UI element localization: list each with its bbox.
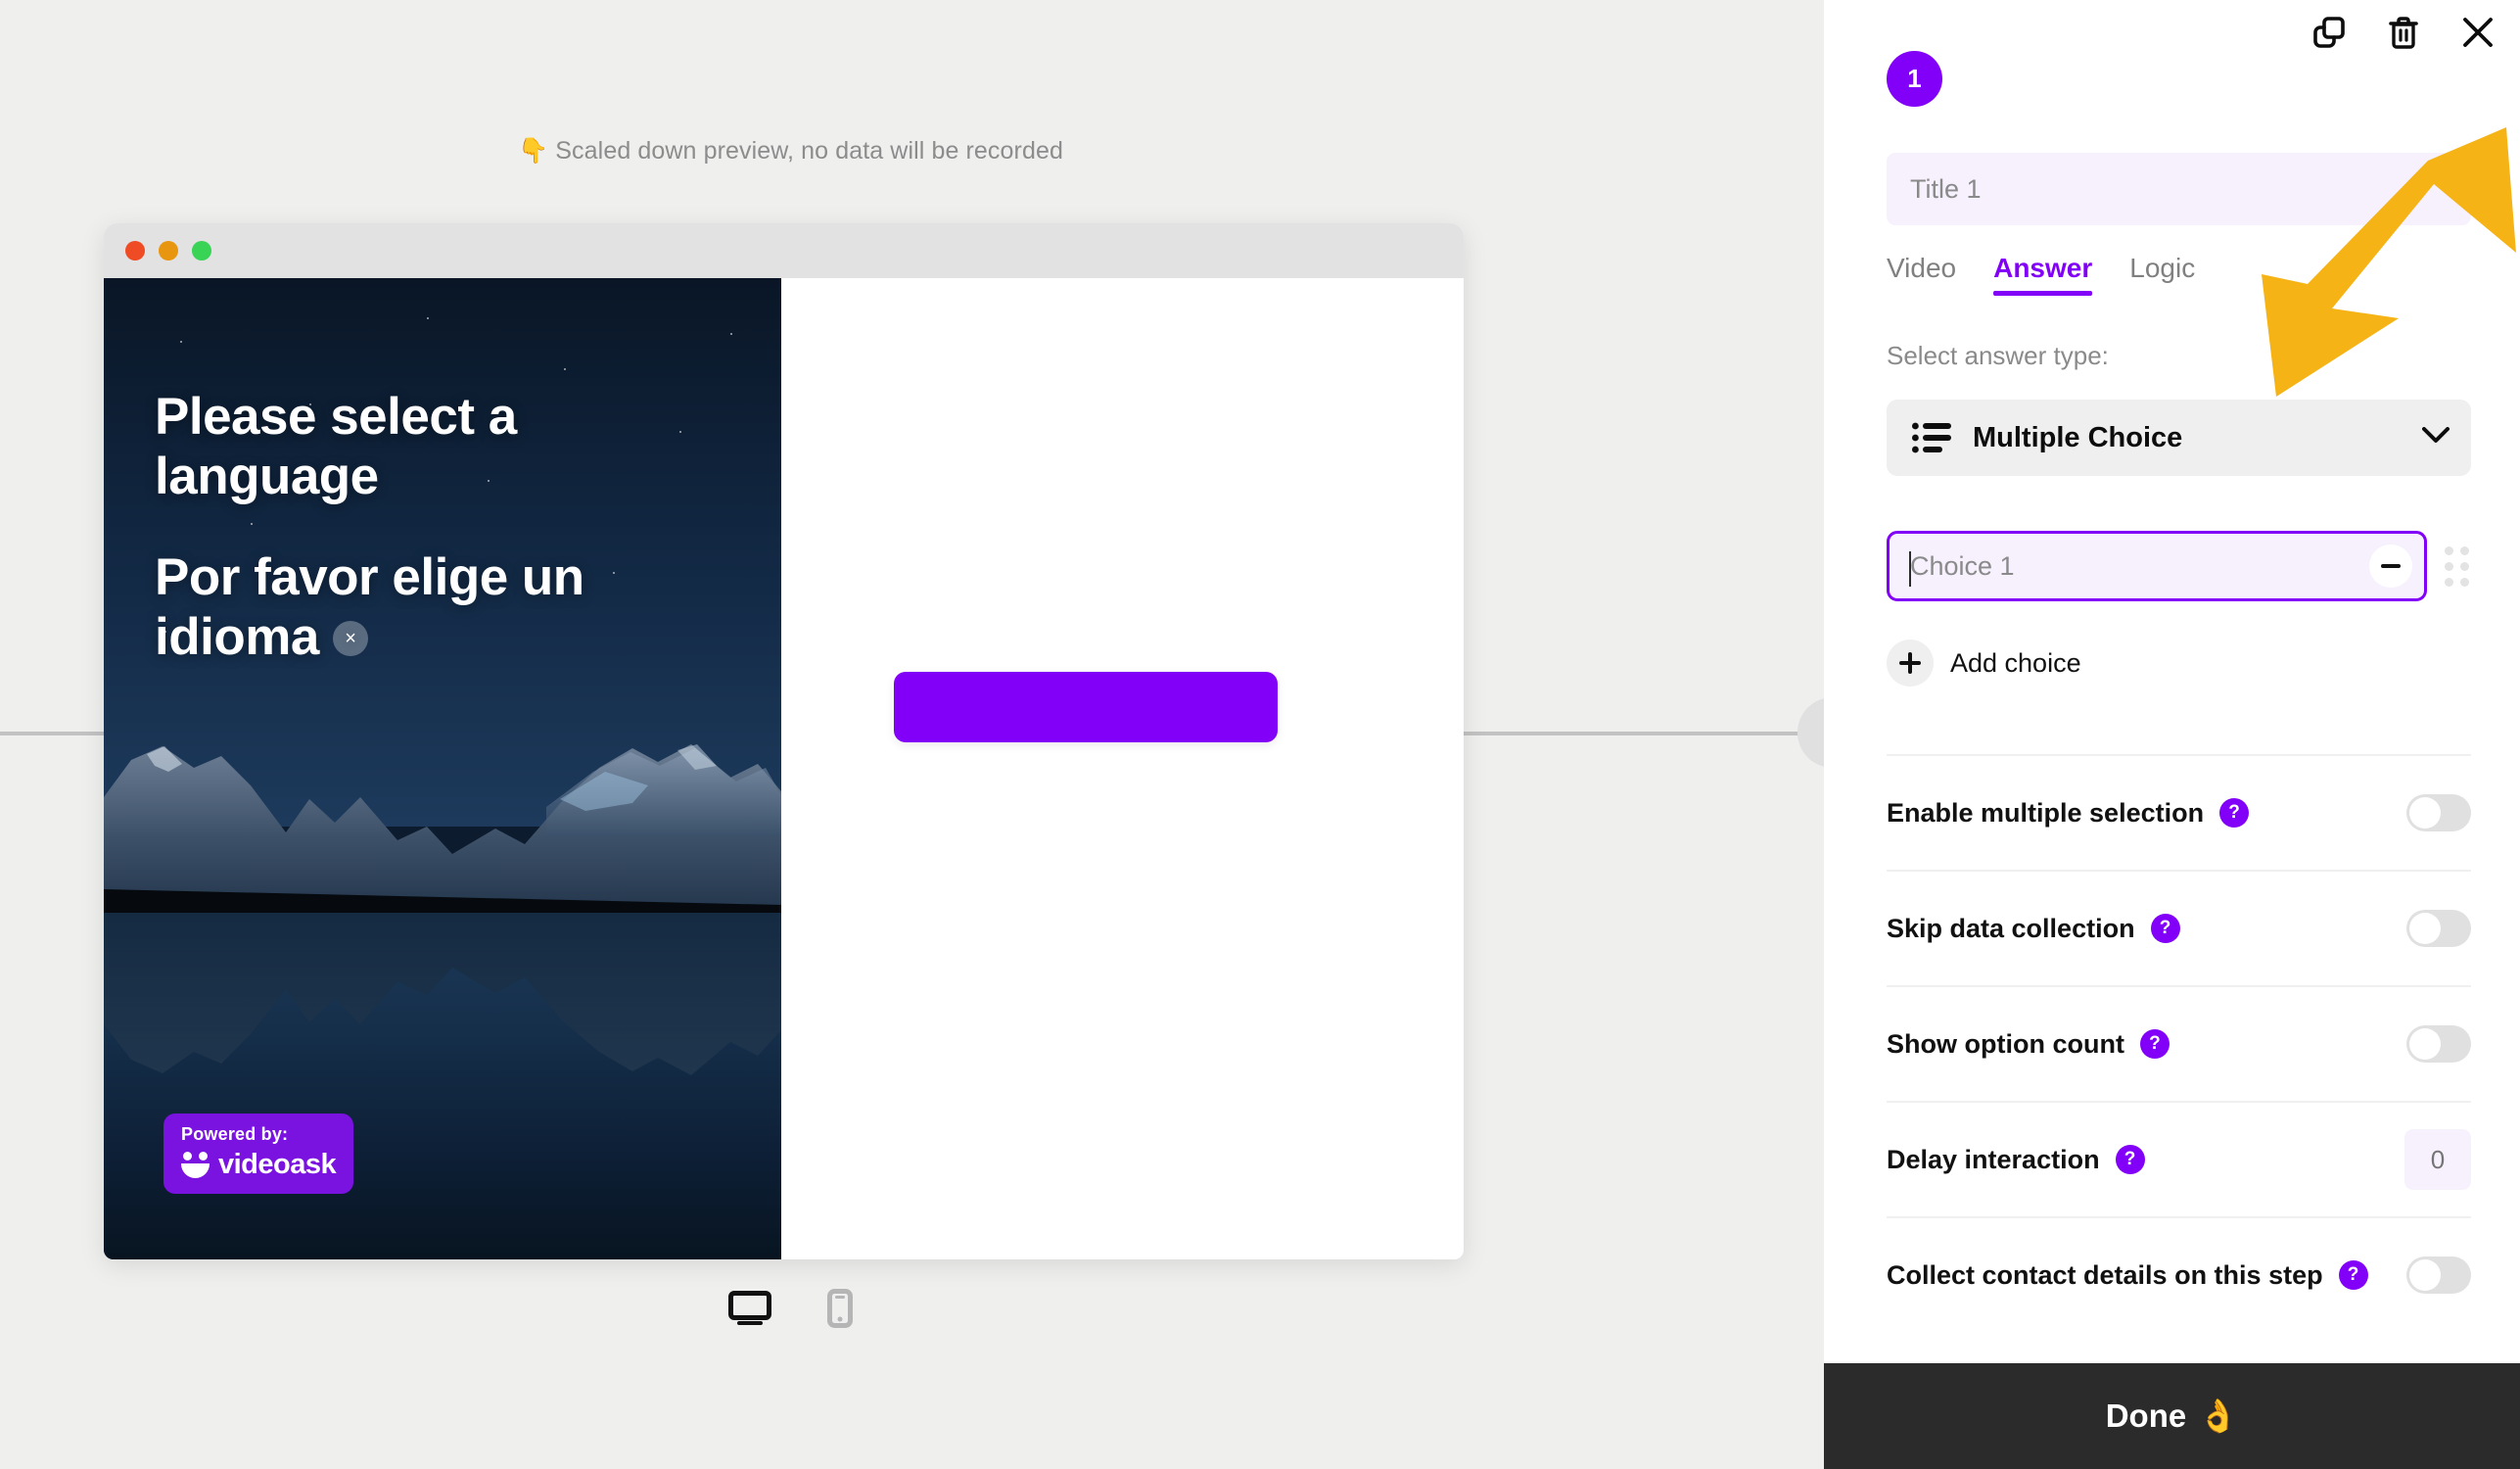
phone-icon[interactable] xyxy=(827,1289,853,1328)
preview-cta-button[interactable] xyxy=(894,672,1278,742)
tab-logic[interactable]: Logic xyxy=(2129,253,2195,296)
answer-type-select[interactable]: Multiple Choice xyxy=(1887,400,2471,476)
flow-connector-node[interactable] xyxy=(1797,697,1824,768)
delay-interaction-input[interactable] xyxy=(2404,1129,2471,1190)
bulleted-list-icon xyxy=(1912,422,1951,453)
done-label: Done xyxy=(2105,1398,2187,1434)
step-settings-panel: 1 Video Answer Logic Select answer type:… xyxy=(1824,0,2520,1469)
panel-tabs: Video Answer Logic xyxy=(1887,253,2195,296)
duplicate-icon[interactable] xyxy=(2309,12,2350,53)
setting-skip-data-collection: Skip data collection ? xyxy=(1887,870,2471,985)
settings-list: Enable multiple selection ? Skip data co… xyxy=(1887,754,2471,1332)
videoask-builder-screen: 👇 Scaled down preview, no data will be r… xyxy=(0,0,2520,1469)
text-caret xyxy=(1909,551,1911,587)
window-maximize-dot[interactable] xyxy=(192,241,211,261)
video-preview-panel[interactable]: Please select a language Por favor elige… xyxy=(104,278,781,1259)
answer-type-label: Select answer type: xyxy=(1887,341,2109,370)
panel-toolbar xyxy=(2309,12,2498,53)
point-down-icon: 👇 xyxy=(518,137,549,165)
caption-line-2: Por favor elige un idioma xyxy=(155,547,584,666)
preview-banner-text: Scaled down preview, no data will be rec… xyxy=(555,137,1063,165)
help-icon[interactable]: ? xyxy=(2115,1145,2145,1174)
video-caption: Please select a language Por favor elige… xyxy=(155,388,703,668)
browser-body: Please select a language Por favor elige… xyxy=(104,278,1464,1259)
window-minimize-dot[interactable] xyxy=(159,241,178,261)
brand-name: videoask xyxy=(218,1149,337,1180)
help-icon[interactable]: ? xyxy=(2139,1029,2170,1059)
toggle-enable-multiple-selection[interactable] xyxy=(2406,794,2471,831)
setting-show-option-count: Show option count ? xyxy=(1887,985,2471,1101)
plus-icon xyxy=(1887,640,1934,687)
caption-close-icon[interactable]: × xyxy=(332,620,368,656)
mountain-range xyxy=(104,744,781,915)
caption-line-1: Please select a language xyxy=(155,388,517,505)
setting-label: Show option count xyxy=(1887,1028,2124,1059)
flow-canvas[interactable]: 👇 Scaled down preview, no data will be r… xyxy=(0,0,1824,1469)
help-icon[interactable]: ? xyxy=(2219,798,2250,828)
powered-by-label: Powered by: xyxy=(181,1124,289,1144)
ok-hand-icon: 👌 xyxy=(2198,1397,2239,1434)
choice-row xyxy=(1887,531,2471,601)
add-choice-label: Add choice xyxy=(1950,647,2081,678)
answer-type-value: Multiple Choice xyxy=(1973,421,2183,453)
setting-enable-multiple-selection: Enable multiple selection ? xyxy=(1887,754,2471,870)
toggle-show-option-count[interactable] xyxy=(2406,1025,2471,1063)
desktop-icon[interactable] xyxy=(728,1291,771,1326)
trash-icon[interactable] xyxy=(2383,12,2424,53)
setting-label: Delay interaction xyxy=(1887,1144,2100,1174)
preview-answer-area xyxy=(781,278,1464,1259)
browser-titlebar xyxy=(104,223,1464,278)
setting-collect-contact-details: Collect contact details on this step ? xyxy=(1887,1216,2471,1332)
drag-handle-icon[interactable] xyxy=(2445,545,2469,587)
toggle-skip-data-collection[interactable] xyxy=(2406,910,2471,947)
help-icon[interactable]: ? xyxy=(2338,1260,2368,1290)
add-choice-button[interactable]: Add choice xyxy=(1887,640,2081,687)
setting-label: Collect contact details on this step xyxy=(1887,1259,2323,1290)
window-close-dot[interactable] xyxy=(125,241,145,261)
done-button[interactable]: Done 👌 xyxy=(1824,1363,2520,1469)
mountain-reflection xyxy=(104,913,781,1075)
videoask-smiley-icon xyxy=(181,1152,210,1178)
choice-1-input[interactable] xyxy=(1890,534,2424,598)
help-icon[interactable]: ? xyxy=(2150,914,2180,943)
tab-answer[interactable]: Answer xyxy=(1993,253,2093,296)
chevron-down-icon[interactable] xyxy=(2422,426,2450,450)
step-number-badge[interactable]: 1 xyxy=(1887,51,1942,107)
tab-video[interactable]: Video xyxy=(1887,253,1956,296)
powered-by-badge[interactable]: Powered by: videoask xyxy=(163,1114,354,1194)
close-icon[interactable] xyxy=(2457,12,2498,53)
setting-label: Skip data collection xyxy=(1887,913,2135,943)
remove-choice-button[interactable] xyxy=(2369,545,2412,588)
preview-browser-window: Please select a language Por favor elige… xyxy=(104,223,1464,1259)
toggle-collect-contact-details[interactable] xyxy=(2406,1256,2471,1294)
setting-delay-interaction: Delay interaction ? xyxy=(1887,1101,2471,1216)
setting-label: Enable multiple selection xyxy=(1887,797,2205,828)
choice-input-wrapper[interactable] xyxy=(1887,531,2427,601)
step-title-input[interactable] xyxy=(1887,153,2471,225)
device-preview-toggle xyxy=(0,1289,1581,1328)
preview-banner: 👇 Scaled down preview, no data will be r… xyxy=(0,137,1581,166)
